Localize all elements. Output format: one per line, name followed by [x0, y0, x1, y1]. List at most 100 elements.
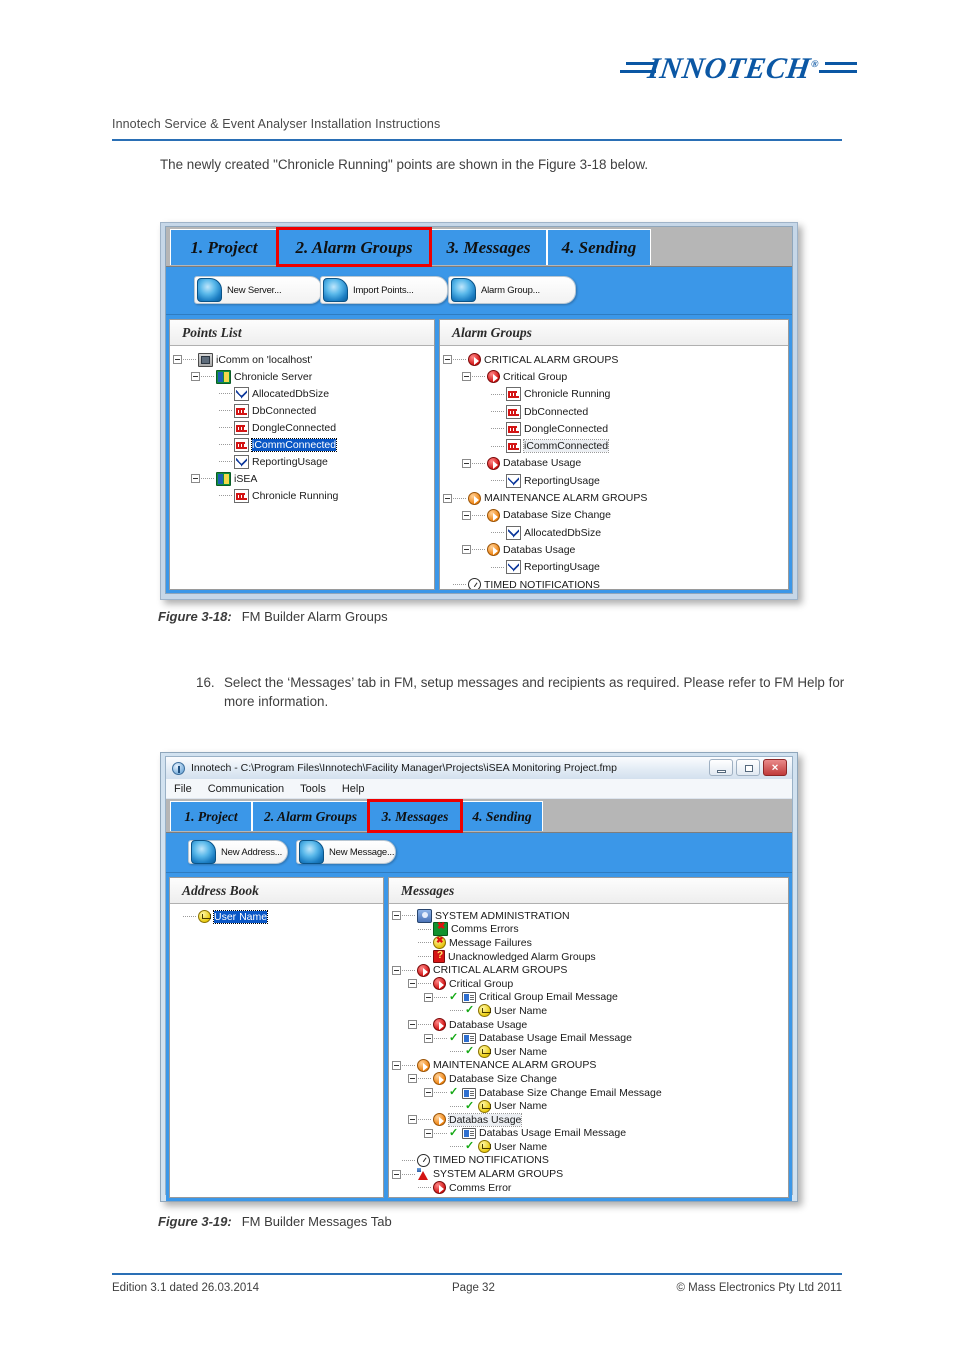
- tree-node[interactable]: ReportingUsage: [443, 472, 785, 489]
- tab-3-messages[interactable]: 3. Messages: [367, 799, 463, 833]
- tree-node[interactable]: TIMED NOTIFICATIONS: [443, 576, 785, 589]
- tree-node[interactable]: SYSTEM ALARM GROUPS: [392, 1167, 785, 1181]
- tree-node[interactable]: TIMED NOTIFICATIONS: [392, 1153, 785, 1168]
- tab-1-project[interactable]: 1. Project: [170, 229, 278, 265]
- tab-1-project[interactable]: 1. Project: [170, 801, 252, 831]
- tree-expander-icon[interactable]: [462, 545, 471, 555]
- maximize-button[interactable]: [736, 759, 760, 776]
- tree-node[interactable]: DbConnected: [173, 402, 431, 419]
- tree-node[interactable]: SYSTEM ADMINISTRATION: [392, 908, 785, 923]
- tree-expander-icon[interactable]: [392, 1060, 401, 1070]
- tree-expander-icon[interactable]: [443, 493, 452, 503]
- tree-node[interactable]: Comms Error: [392, 1181, 785, 1195]
- points-list-tree[interactable]: iComm on 'localhost' Chronicle Server Allo…: [173, 351, 431, 504]
- tab-4-sending[interactable]: 4. Sending: [547, 229, 651, 265]
- tree-node[interactable]: iSEA: [173, 470, 431, 487]
- tree-node[interactable]: ✓ User Name: [392, 1140, 785, 1154]
- tree-node[interactable]: ✓ Critical Group Email Message: [392, 991, 785, 1005]
- tree-expander-icon[interactable]: [191, 372, 200, 381]
- tree-node[interactable]: DongleConnected: [443, 420, 785, 437]
- tree-expander-icon[interactable]: [462, 458, 471, 468]
- tree-node[interactable]: Database Usage: [443, 455, 785, 472]
- tree-expander-icon[interactable]: [424, 1128, 433, 1138]
- address-book-title: Address Book: [170, 878, 383, 904]
- menu-item-tools[interactable]: Tools: [300, 783, 326, 795]
- tree-node[interactable]: Chronicle Running: [173, 487, 431, 504]
- address-book-tree[interactable]: User Name: [173, 909, 380, 924]
- figure-label: Figure 3-19:: [158, 1214, 232, 1229]
- tab-3-messages[interactable]: 3. Messages: [430, 229, 547, 265]
- tree-node[interactable]: ReportingUsage: [443, 559, 785, 576]
- tree-expander-icon[interactable]: [191, 474, 200, 483]
- menu-item-communication[interactable]: Communication: [208, 783, 284, 795]
- tree-node[interactable]: CRITICAL ALARM GROUPS: [443, 351, 785, 368]
- toolbar-button-new-server[interactable]: New Server...: [194, 276, 322, 304]
- tree-node[interactable]: Critical Group: [392, 977, 785, 991]
- minimize-button[interactable]: [709, 759, 733, 776]
- tree-expander-icon[interactable]: [408, 1074, 417, 1084]
- tree-node[interactable]: Database Usage: [392, 1018, 785, 1032]
- tree-node[interactable]: Chronicle Running: [443, 386, 785, 403]
- toolbar-button-alarm-group[interactable]: Alarm Group...: [448, 276, 576, 304]
- tree-expander-icon[interactable]: [462, 372, 471, 382]
- alarm-groups-tree[interactable]: CRITICAL ALARM GROUPS Critical Group Chron…: [443, 351, 785, 589]
- tree-node[interactable]: Databas Usage: [392, 1112, 785, 1127]
- menu-item-file[interactable]: File: [174, 783, 192, 795]
- tree-expander-icon[interactable]: [408, 1115, 417, 1125]
- tree-node[interactable]: DbConnected: [443, 403, 785, 420]
- tree-node[interactable]: CRITICAL ALARM GROUPS: [392, 963, 785, 977]
- tree-node[interactable]: Comms Errors: [392, 921, 785, 937]
- tree-expander-icon[interactable]: [408, 1020, 417, 1030]
- tree-node[interactable]: ✓ Databas Usage Email Message: [392, 1127, 785, 1141]
- digital-point-icon: [234, 488, 249, 503]
- tree-node[interactable]: ✓ User Name: [392, 1099, 785, 1113]
- tree-expander-icon[interactable]: [443, 355, 452, 365]
- tree-node[interactable]: DongleConnected: [173, 419, 431, 436]
- tree-expander-icon[interactable]: [408, 979, 417, 989]
- tree-node[interactable]: ✓ User Name: [392, 1045, 785, 1059]
- tree-node[interactable]: iComm on 'localhost': [173, 351, 431, 368]
- tree-node[interactable]: Databas Usage: [443, 541, 785, 558]
- tree-node[interactable]: iCommConnected: [443, 437, 785, 454]
- tree-expander-icon[interactable]: [462, 510, 471, 520]
- tree-node[interactable]: User Name: [173, 909, 380, 924]
- digital-point-icon: [506, 421, 521, 436]
- toolbar-button-import-points[interactable]: Import Points...: [320, 276, 448, 304]
- tree-expander-icon[interactable]: [424, 1088, 433, 1098]
- tree-node[interactable]: MAINTENANCE ALARM GROUPS: [392, 1058, 785, 1073]
- tree-node[interactable]: ✓ Database Usage Email Message: [392, 1031, 785, 1045]
- tree-node[interactable]: iCommConnected: [173, 436, 431, 453]
- tree-expander-icon[interactable]: [424, 992, 433, 1002]
- tree-node[interactable]: ReportingUsage: [173, 453, 431, 470]
- toolbar: New Address... New Message...: [166, 833, 792, 873]
- tree-expander-icon[interactable]: [392, 1169, 401, 1179]
- tree-node[interactable]: AllocatedDbSize: [173, 385, 431, 402]
- tree-node[interactable]: Unacknowledged Alarm Groups: [392, 950, 785, 964]
- tree-node[interactable]: Chronicle Server: [173, 368, 431, 385]
- tab-4-sending[interactable]: 4. Sending: [461, 801, 543, 831]
- tree-expander-icon[interactable]: [392, 965, 401, 975]
- tree-node[interactable]: AllocatedDbSize: [443, 524, 785, 541]
- close-button[interactable]: ✕: [763, 759, 787, 776]
- toolbar-button-new-message[interactable]: New Message...: [296, 840, 396, 864]
- tree-node[interactable]: Critical Group: [443, 368, 785, 385]
- tree-node[interactable]: MAINTENANCE ALARM GROUPS: [443, 489, 785, 506]
- tree-expander-icon[interactable]: [173, 355, 182, 364]
- tab-2-alarm-groups[interactable]: 2. Alarm Groups: [276, 227, 432, 267]
- toolbar-button-new-address[interactable]: New Address...: [188, 840, 288, 864]
- tree-node[interactable]: Database Size Change: [392, 1072, 785, 1086]
- tree-expander-icon[interactable]: [424, 1033, 433, 1043]
- tree-node[interactable]: Database Size Change: [443, 507, 785, 524]
- tree-node[interactable]: Message Failures: [392, 935, 785, 950]
- digital-point-icon: [234, 403, 249, 418]
- user-icon: [198, 910, 211, 923]
- tree-node[interactable]: ✓ User Name: [392, 1004, 785, 1018]
- tree-expander-icon[interactable]: [392, 911, 401, 921]
- email-message-icon: [462, 1128, 476, 1140]
- menu-item-help[interactable]: Help: [342, 783, 365, 795]
- messages-tree[interactable]: SYSTEM ADMINISTRATIONComms ErrorsMessage…: [392, 908, 785, 1195]
- footer-page-number: Page 32: [452, 1282, 495, 1294]
- tab-2-alarm-groups[interactable]: 2. Alarm Groups: [252, 801, 369, 831]
- tree-node[interactable]: ✓ Database Size Change Email Message: [392, 1086, 785, 1100]
- enabled-check-icon: ✓: [449, 1031, 459, 1044]
